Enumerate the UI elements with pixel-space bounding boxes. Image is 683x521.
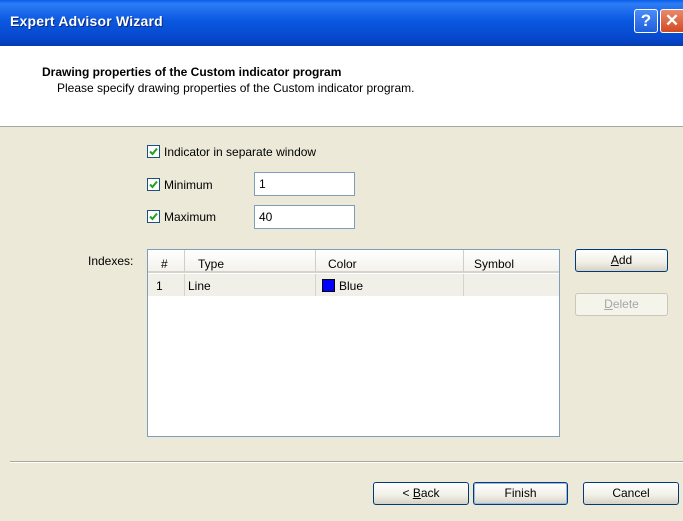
minimum-input[interactable]: 1 xyxy=(254,172,355,196)
close-icon: ✕ xyxy=(664,11,680,30)
indexes-label: Indexes: xyxy=(88,254,134,268)
cell-symbol xyxy=(464,274,559,296)
add-mnemonic: A xyxy=(610,253,619,267)
add-rest: dd xyxy=(618,253,633,267)
close-button[interactable]: ✕ xyxy=(660,9,683,33)
minimum-checkbox[interactable] xyxy=(147,178,160,191)
minimum-label[interactable]: Minimum xyxy=(164,178,213,192)
maximum-input[interactable]: 40 xyxy=(254,205,355,229)
window-title: Expert Advisor Wizard xyxy=(10,13,163,29)
delete-rest: elete xyxy=(612,297,639,311)
footer-separator xyxy=(10,461,683,463)
column-header-symbol[interactable]: Symbol xyxy=(464,250,559,273)
separate-window-checkbox[interactable] xyxy=(147,145,160,158)
back-prefix: < xyxy=(402,486,413,500)
add-button[interactable]: Add xyxy=(575,249,668,272)
cell-color-label: Blue xyxy=(339,279,364,293)
separate-window-label[interactable]: Indicator in separate window xyxy=(164,145,316,159)
column-header-color[interactable]: Color xyxy=(316,250,464,273)
cell-color: Blue xyxy=(316,274,464,296)
cancel-button[interactable]: Cancel xyxy=(583,482,679,505)
cell-type: Line xyxy=(185,274,316,296)
page-heading: Drawing properties of the Custom indicat… xyxy=(42,65,342,79)
title-bar[interactable]: Expert Advisor Wizard ? ✕ xyxy=(0,0,683,46)
help-button[interactable]: ? xyxy=(634,9,658,33)
column-header-type[interactable]: Type xyxy=(185,250,316,273)
indexes-header: # Type Color Symbol xyxy=(148,250,559,274)
checkmark-icon xyxy=(149,180,158,189)
indexes-list[interactable]: # Type Color Symbol 1 Line Blue xyxy=(147,249,560,437)
help-icon: ? xyxy=(640,11,652,30)
finish-button[interactable]: Finish xyxy=(473,482,568,505)
back-button[interactable]: < Back xyxy=(373,482,469,505)
wizard-body: Indicator in separate window Minimum 1 M… xyxy=(0,127,683,521)
delete-mnemonic: D xyxy=(604,297,613,311)
table-row[interactable]: 1 Line Blue xyxy=(148,274,559,296)
checkmark-icon xyxy=(149,212,158,221)
maximum-label[interactable]: Maximum xyxy=(164,210,216,224)
maximum-checkbox[interactable] xyxy=(147,210,160,223)
checkmark-icon xyxy=(149,147,158,156)
cell-number: 1 xyxy=(148,274,185,296)
color-swatch xyxy=(322,279,335,292)
back-mnemonic: B xyxy=(412,486,421,500)
back-rest: ack xyxy=(420,486,440,500)
delete-button[interactable]: Delete xyxy=(575,293,668,316)
column-header-number[interactable]: # xyxy=(148,250,185,273)
wizard-header: Drawing properties of the Custom indicat… xyxy=(0,46,683,127)
page-subheading: Please specify drawing properties of the… xyxy=(57,81,415,95)
